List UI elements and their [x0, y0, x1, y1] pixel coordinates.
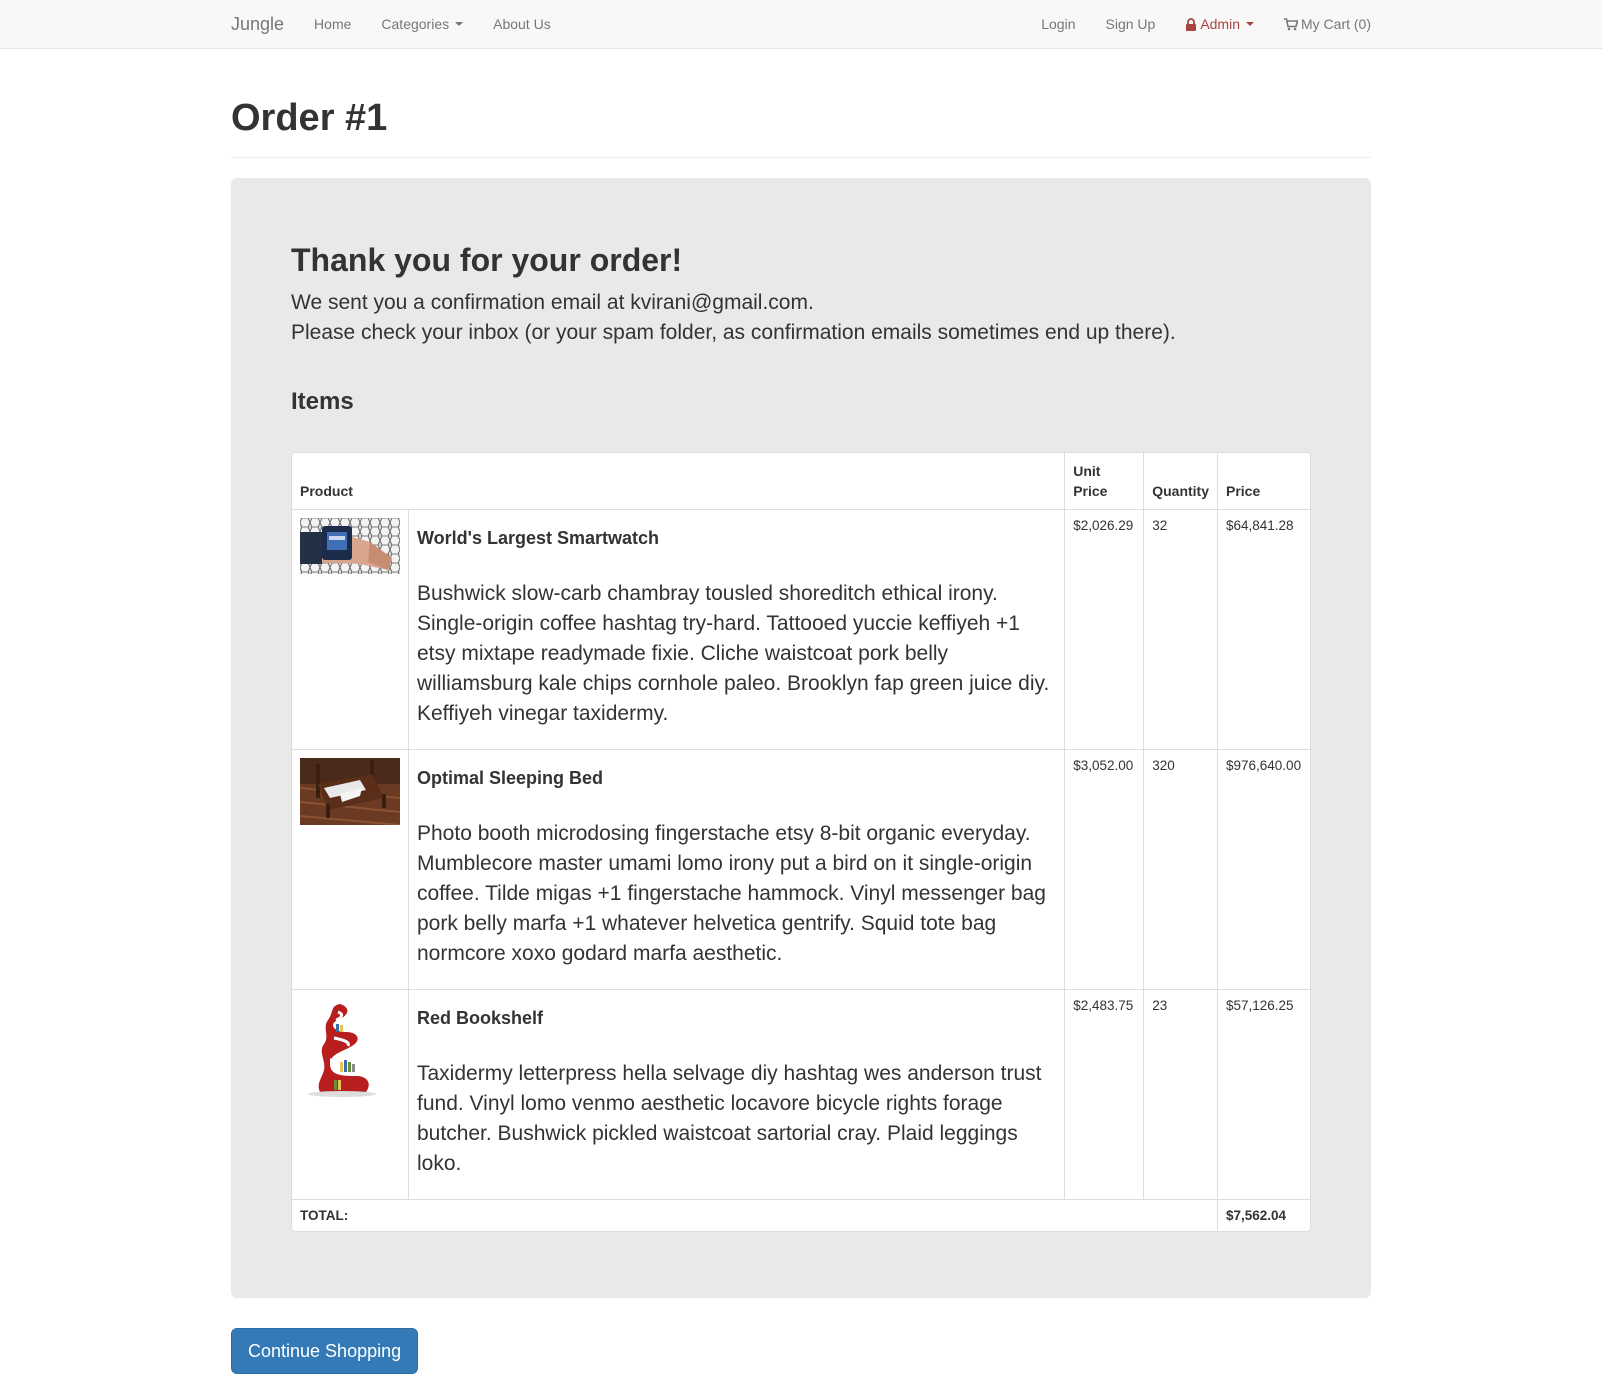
- table-row: World's Largest Smartwatch Bushwick slow…: [292, 509, 1310, 749]
- chevron-down-icon: [455, 22, 464, 26]
- price-cell: $976,640.00: [1217, 749, 1310, 989]
- product-image-cell: [292, 749, 408, 989]
- page-title: Order #1: [231, 97, 388, 139]
- product-name: World's Largest Smartwatch: [417, 528, 660, 548]
- order-confirmation-panel: Thank you for your order! We sent you a …: [231, 178, 1371, 1298]
- table-row: Red Bookshelf Taxidermy letterpress hell…: [292, 989, 1310, 1199]
- unit-price-cell: $3,052.00: [1064, 749, 1144, 989]
- product-name: Optimal Sleeping Bed: [417, 768, 604, 788]
- quantity-cell: 320: [1143, 749, 1217, 989]
- price-cell: $64,841.28: [1217, 509, 1310, 749]
- nav-about[interactable]: About Us: [493, 16, 551, 32]
- product-description: Taxidermy letterpress hella selvage diy …: [417, 1062, 1042, 1175]
- product-description: Photo booth microdosing fingerstache ets…: [417, 822, 1046, 965]
- chevron-down-icon: [1246, 22, 1254, 26]
- nav-cart-label: My Cart (0): [1301, 16, 1371, 32]
- col-price: Price: [1217, 453, 1310, 509]
- bed-image: [300, 758, 400, 825]
- nav-admin-dropdown[interactable]: Admin: [1185, 16, 1254, 32]
- nav-categories-label: Categories: [381, 16, 450, 32]
- product-info-cell: Optimal Sleeping Bed Photo booth microdo…: [408, 749, 1065, 989]
- price-cell: $57,126.25: [1217, 989, 1310, 1199]
- col-unit-price: Unit Price: [1064, 453, 1143, 509]
- quantity-cell: 23: [1143, 989, 1217, 1199]
- nav-home[interactable]: Home: [314, 16, 351, 32]
- nav-categories-dropdown[interactable]: Categories: [381, 16, 464, 32]
- product-description: Bushwick slow-carb chambray tousled shor…: [417, 582, 1050, 725]
- cart-icon: [1284, 17, 1298, 30]
- table-header-row: Product Unit Price Quantity Price: [292, 453, 1310, 509]
- product-info-cell: Red Bookshelf Taxidermy letterpress hell…: [408, 989, 1065, 1199]
- total-row: TOTAL: $7,562.04: [292, 1199, 1310, 1231]
- total-label: TOTAL:: [292, 1199, 1217, 1231]
- continue-shopping-button[interactable]: Continue Shopping: [231, 1328, 419, 1374]
- nav-cart[interactable]: My Cart (0): [1284, 16, 1371, 32]
- smartwatch-image: [300, 518, 400, 574]
- confirmation-email-text: We sent you a confirmation email at kvir…: [291, 291, 814, 314]
- nav-signup[interactable]: Sign Up: [1106, 16, 1156, 32]
- top-navbar: Jungle Home Categories About Us Login Si…: [0, 0, 1602, 49]
- confirmation-inbox-text: Please check your inbox (or your spam fo…: [291, 321, 1176, 344]
- col-quantity: Quantity: [1143, 453, 1217, 509]
- nav-admin-label: Admin: [1200, 16, 1240, 32]
- unit-price-cell: $2,026.29: [1064, 509, 1144, 749]
- product-image-cell: [292, 989, 408, 1199]
- table-row: Optimal Sleeping Bed Photo booth microdo…: [292, 749, 1310, 989]
- quantity-cell: 32: [1143, 509, 1217, 749]
- nav-login[interactable]: Login: [1041, 16, 1075, 32]
- bookshelf-image: [300, 998, 400, 1098]
- page-header: Order #1: [231, 49, 1371, 158]
- lock-icon: [1186, 17, 1197, 31]
- unit-price-cell: $2,483.75: [1064, 989, 1144, 1199]
- total-value: $7,562.04: [1217, 1199, 1310, 1231]
- brand-link[interactable]: Jungle: [231, 14, 284, 35]
- col-product: Product: [300, 483, 353, 499]
- product-info-cell: World's Largest Smartwatch Bushwick slow…: [408, 509, 1065, 749]
- main-container: Order #1 Thank you for your order! We se…: [231, 49, 1371, 1374]
- order-items-table: Product Unit Price Quantity Price World'…: [291, 452, 1311, 1232]
- confirmation-heading: Thank you for your order!: [291, 242, 683, 278]
- items-heading: Items: [291, 388, 354, 415]
- product-name: Red Bookshelf: [417, 1008, 544, 1028]
- product-image-cell: [292, 509, 408, 749]
